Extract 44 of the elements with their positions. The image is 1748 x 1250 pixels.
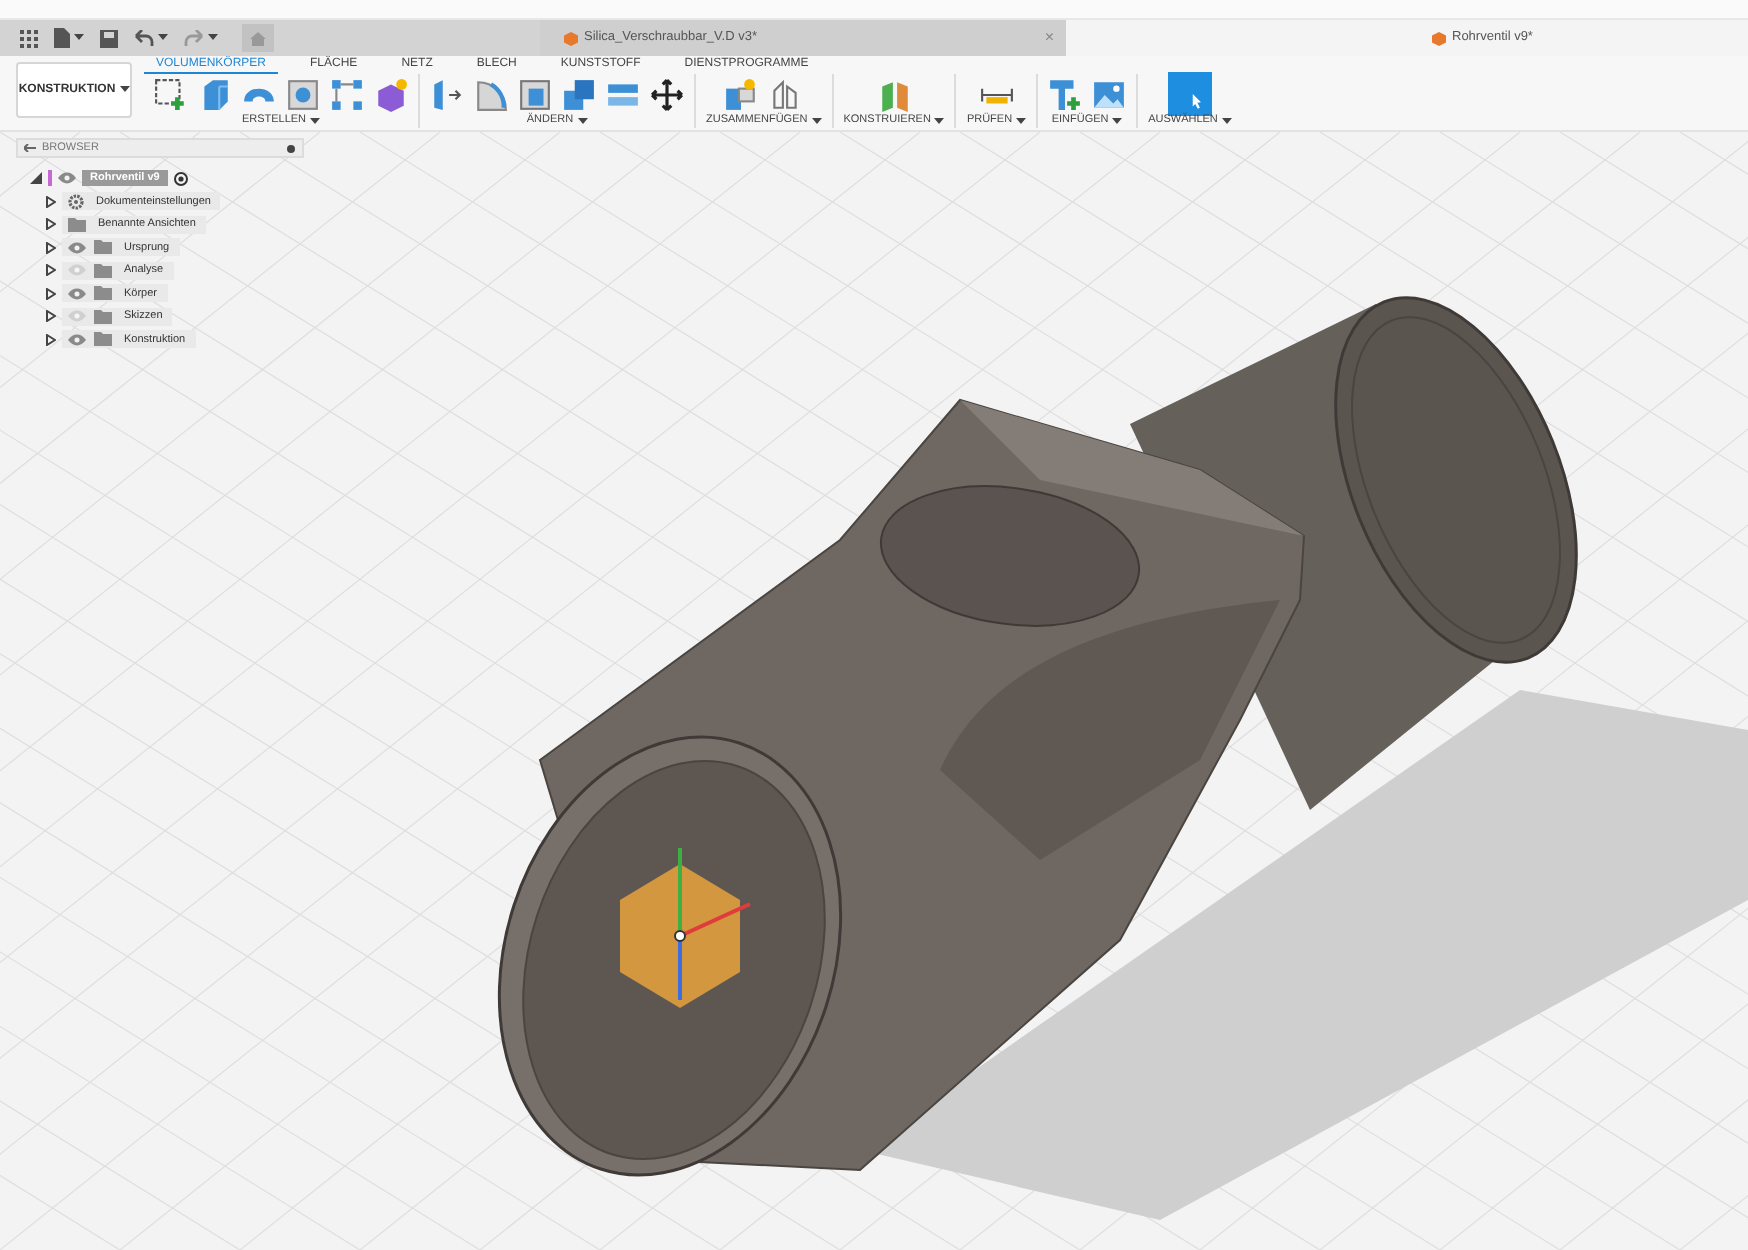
box-icon[interactable] (198, 77, 232, 111)
eye-icon[interactable] (68, 287, 86, 300)
caret-icon (1221, 117, 1232, 125)
radio-target-icon[interactable] (173, 171, 188, 185)
eye-icon[interactable] (68, 333, 86, 346)
apps-grid-icon[interactable] (20, 29, 38, 47)
press-pull-icon[interactable] (430, 77, 464, 111)
save-icon[interactable] (100, 29, 118, 47)
pattern-icon[interactable] (330, 77, 364, 111)
select-cursor-icon[interactable] (1167, 72, 1212, 116)
caret-icon (811, 117, 822, 125)
cube-star-icon[interactable] (374, 77, 408, 111)
caret-icon (1016, 117, 1027, 125)
move-arrows-icon[interactable] (650, 77, 684, 111)
caret-icon (158, 34, 168, 42)
cube-icon (564, 31, 578, 45)
home-icon (250, 31, 266, 45)
insert-plus-icon[interactable] (1048, 77, 1083, 111)
joint-outline-icon[interactable] (768, 77, 803, 111)
caret-icon (934, 117, 945, 125)
file-icon[interactable] (54, 28, 70, 48)
eye-icon[interactable] (58, 172, 76, 184)
joint-icon[interactable] (724, 77, 759, 111)
combine-icon[interactable] (562, 77, 596, 111)
caret-icon (577, 117, 588, 125)
image-icon[interactable] (1092, 77, 1127, 111)
caret-icon (74, 34, 84, 42)
caret-icon (119, 86, 130, 94)
component-icon (30, 172, 42, 184)
caret-icon (310, 117, 321, 125)
eye-icon[interactable] (68, 241, 86, 254)
plane-icon[interactable] (877, 77, 912, 111)
cube-icon (1432, 31, 1446, 45)
undo-icon[interactable] (134, 30, 154, 46)
caret-icon (208, 34, 218, 42)
origin-gizmo-icon (620, 848, 751, 1008)
shell-icon[interactable] (518, 77, 552, 111)
pin-icon[interactable] (286, 143, 296, 153)
hole-icon[interactable] (286, 77, 320, 111)
sketch-plus-icon[interactable] (154, 77, 188, 111)
caret-icon (1112, 117, 1123, 125)
settings-icon (68, 193, 84, 210)
fillet-icon[interactable] (474, 77, 508, 111)
collapse-icon[interactable] (24, 144, 36, 152)
